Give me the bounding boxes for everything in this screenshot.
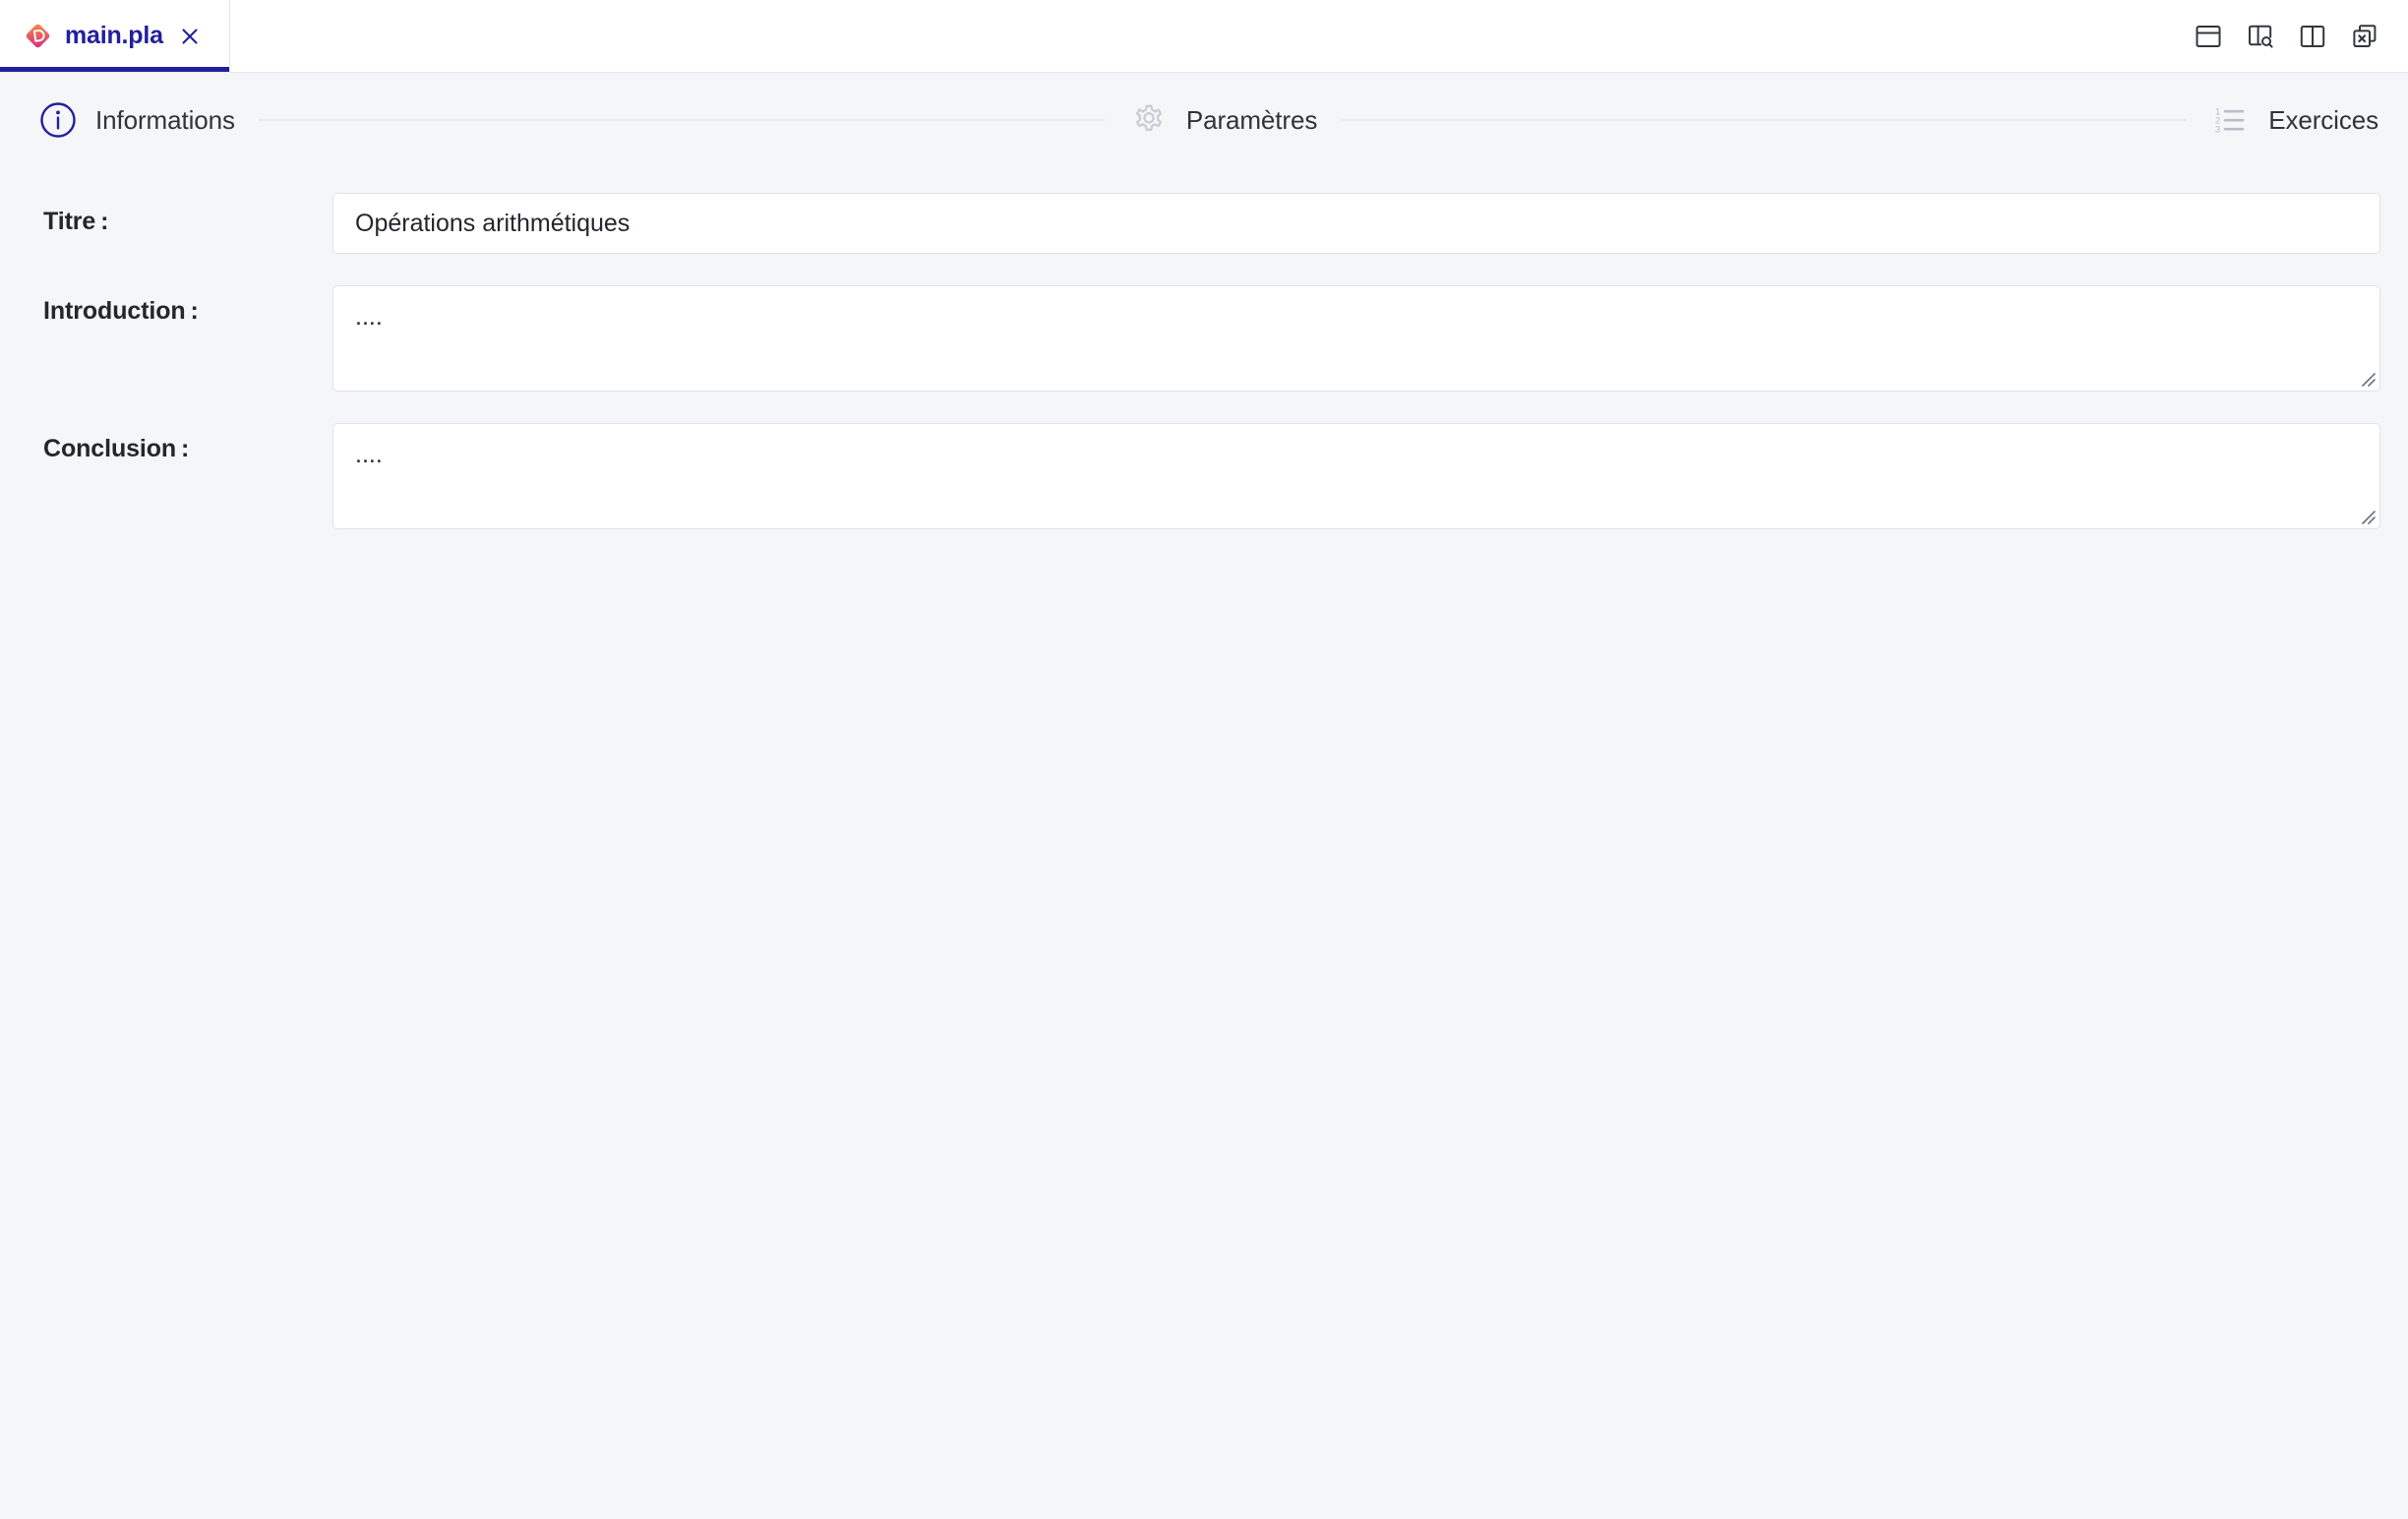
editor-tab-main-pla[interactable]: main.pla [0, 0, 230, 72]
wizard-stepper: Informations Paramètres 1 2 3 Exercices [0, 73, 2408, 167]
field-wrapper-introduction [332, 285, 2380, 392]
close-icon[interactable] [176, 23, 204, 50]
step-informations[interactable]: Informations [37, 99, 235, 141]
step-connector-2 [1341, 119, 2188, 121]
step-parametres[interactable]: Paramètres [1128, 99, 1317, 141]
label-conclusion: Conclusion : [43, 435, 190, 462]
editor-toolbar [2191, 0, 2408, 72]
step-label-informations: Informations [95, 104, 235, 135]
tab-list: main.pla [0, 0, 230, 72]
step-exercices[interactable]: 1 2 3 Exercices [2210, 99, 2378, 141]
form-row-titre: Titre : [0, 193, 2408, 254]
plan-file-icon [24, 22, 52, 50]
split-vertical-icon[interactable] [2295, 19, 2330, 54]
form-row-introduction: Introduction : [0, 285, 2408, 392]
gear-icon [1128, 99, 1170, 141]
step-label-exercices: Exercices [2268, 104, 2378, 135]
conclusion-textarea[interactable] [332, 423, 2380, 529]
introduction-textarea[interactable] [332, 285, 2380, 392]
close-all-tabs-icon[interactable] [2347, 19, 2382, 54]
label-introduction: Introduction : [43, 297, 199, 325]
step-connector-1 [258, 119, 1105, 121]
panel-left-search-icon[interactable] [2243, 19, 2278, 54]
step-label-parametres: Paramètres [1185, 104, 1318, 135]
app-window: main.pla Informations Paramètres 1 2 3 E… [0, 0, 2408, 1519]
ordered-list-icon: 1 2 3 [2210, 99, 2252, 141]
field-wrapper-titre [332, 193, 2380, 254]
field-wrapper-conclusion [332, 423, 2380, 529]
label-titre: Titre : [43, 208, 109, 235]
svg-text:3: 3 [2215, 125, 2220, 136]
tab-label: main.pla [65, 22, 163, 49]
titre-input[interactable] [332, 193, 2380, 254]
informations-form: Titre : Introduction : Conclusion : [0, 167, 2408, 1519]
panel-top-layout-icon[interactable] [2191, 19, 2226, 54]
info-circle-icon [37, 99, 79, 141]
tab-bar: main.pla [0, 0, 2408, 73]
form-row-conclusion: Conclusion : [0, 423, 2408, 529]
